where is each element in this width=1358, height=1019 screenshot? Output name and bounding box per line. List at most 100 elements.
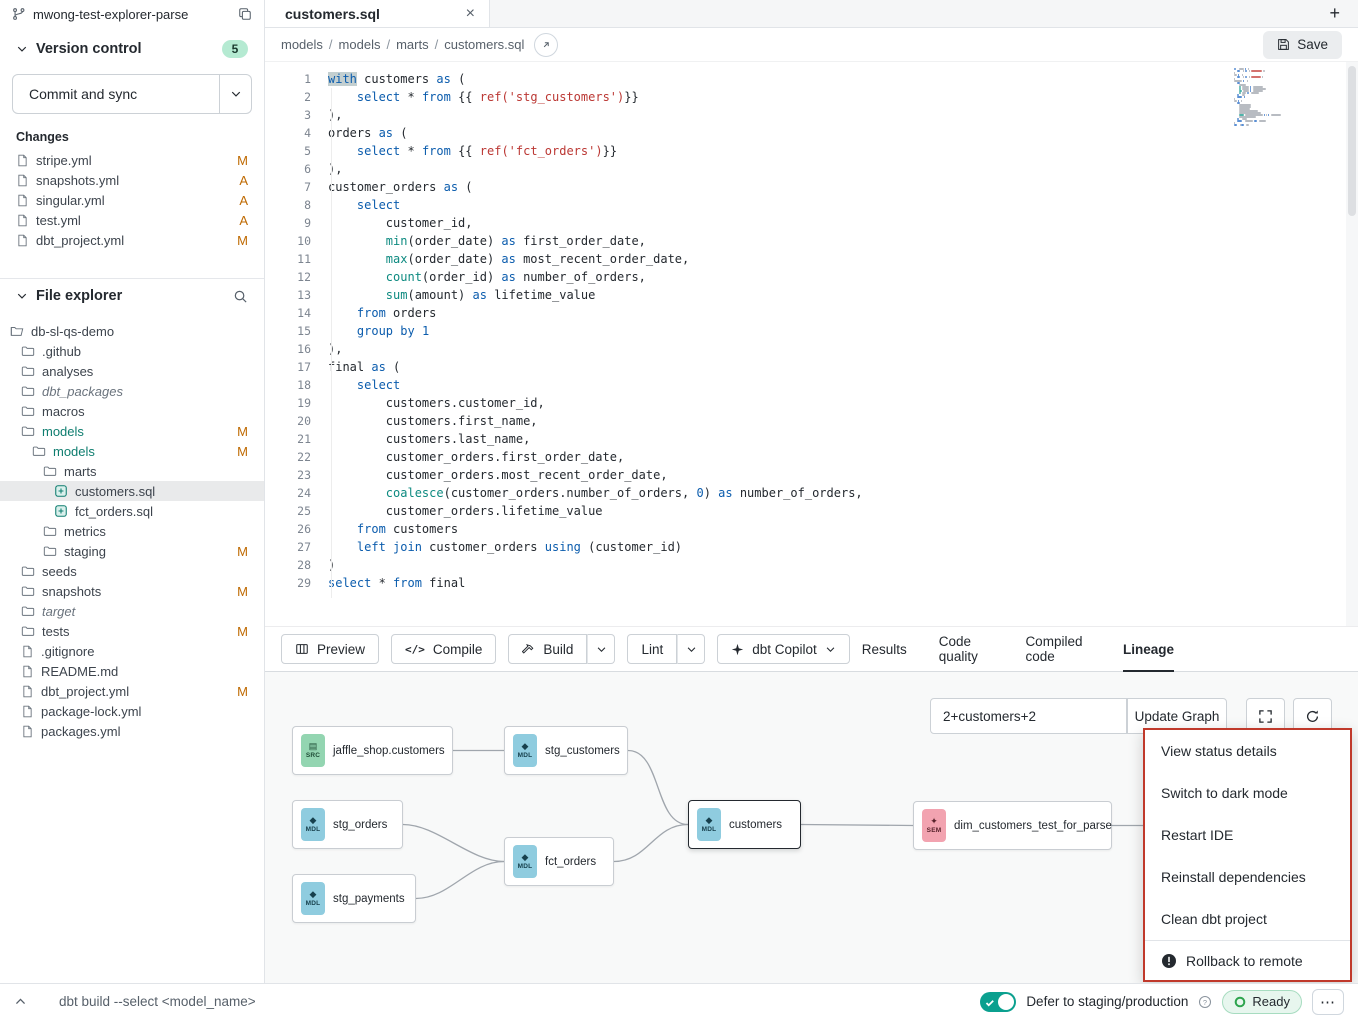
breadcrumb-item-models[interactable]: models — [339, 37, 381, 52]
check-icon — [985, 996, 995, 1011]
tree-item-customers-sql[interactable]: customers.sql — [0, 481, 264, 501]
tree-item-label: models — [53, 444, 230, 459]
line-number: 19 — [265, 394, 311, 412]
more-options-button[interactable]: ⋯ — [1312, 989, 1344, 1015]
menu-item-rollback-to-remote[interactable]: Rollback to remote — [1145, 940, 1350, 980]
tree-item-db-sl-qs-demo[interactable]: db-sl-qs-demo — [0, 321, 264, 341]
tree-item-label: snapshots — [42, 584, 230, 599]
menu-item-switch-to-dark-mode[interactable]: Switch to dark mode — [1145, 772, 1350, 814]
tab-code-quality[interactable]: Code quality — [939, 626, 994, 672]
tree-item-macros[interactable]: macros — [0, 401, 264, 421]
breadcrumb-item-marts[interactable]: marts — [396, 37, 429, 52]
tree-item-staging[interactable]: stagingM — [0, 541, 264, 561]
tree-item-models[interactable]: modelsM — [0, 421, 264, 441]
lineage-node-stg-payments[interactable]: ◆MDLstg_payments — [292, 874, 416, 923]
model-icon — [54, 484, 68, 498]
lint-button[interactable]: Lint — [627, 634, 677, 664]
build-button[interactable]: Build — [508, 634, 587, 664]
lineage-node-stg-customers[interactable]: ◆MDLstg_customers — [504, 726, 628, 775]
save-button[interactable]: Save — [1263, 31, 1342, 59]
commit-options-button[interactable] — [220, 74, 252, 114]
tree-item-models[interactable]: modelsM — [0, 441, 264, 461]
line-number: 3 — [265, 106, 311, 124]
tree-item-dbt-packages[interactable]: dbt_packages — [0, 381, 264, 401]
breadcrumb-item-customers-sql[interactable]: customers.sql — [444, 37, 524, 52]
status-badge[interactable]: Ready — [1222, 990, 1302, 1014]
code-line: 3), — [265, 106, 1358, 124]
menu-item-restart-ide[interactable]: Restart IDE — [1145, 814, 1350, 856]
breadcrumb-separator: / — [329, 37, 333, 52]
tree-item-analyses[interactable]: analyses — [0, 361, 264, 381]
preview-button[interactable]: Preview — [281, 634, 379, 664]
tree-item-marts[interactable]: marts — [0, 461, 264, 481]
lineage-node-stg-orders[interactable]: ◆MDLstg_orders — [292, 800, 403, 849]
change-file-name: test.yml — [36, 213, 232, 228]
code-line: 28) — [265, 556, 1358, 574]
command-hint[interactable]: dbt build --select <model_name> — [59, 994, 256, 1009]
lineage-search-input[interactable] — [930, 698, 1127, 734]
close-tab-icon[interactable]: × — [466, 6, 475, 22]
tree-item-readme-md[interactable]: README.md — [0, 661, 264, 681]
lineage-node-label: stg_customers — [545, 745, 620, 757]
lineage-node-jaffle-shop-customers[interactable]: ▤SRCjaffle_shop.customers — [292, 726, 453, 775]
lineage-panel: ▤SRCjaffle_shop.customers ◆MDLstg_custome… — [265, 672, 1358, 983]
line-number: 28 — [265, 556, 311, 574]
tree-item-dbt-project-yml[interactable]: dbt_project.ymlM — [0, 681, 264, 701]
chevron-down-icon — [596, 644, 607, 655]
folder-icon — [21, 604, 35, 618]
line-number: 10 — [265, 232, 311, 250]
tree-item-fct-orders-sql[interactable]: fct_orders.sql — [0, 501, 264, 521]
folder-icon — [43, 544, 57, 558]
change-row-stripe-yml[interactable]: stripe.ymlM — [0, 150, 264, 170]
tree-item-gitignore[interactable]: .gitignore — [0, 641, 264, 661]
commit-and-sync-button[interactable]: Commit and sync — [12, 74, 220, 114]
line-number: 1 — [265, 70, 311, 88]
minimap[interactable] — [1234, 68, 1294, 126]
tab-results[interactable]: Results — [862, 626, 907, 672]
tree-item-seeds[interactable]: seeds — [0, 561, 264, 581]
menu-item-clean-dbt-project[interactable]: Clean dbt project — [1145, 898, 1350, 940]
lint-options-button[interactable] — [677, 634, 705, 664]
change-row-singular-yml[interactable]: singular.ymlA — [0, 190, 264, 210]
dbt-copilot-button[interactable]: dbt Copilot — [717, 634, 850, 664]
menu-item-reinstall-dependencies[interactable]: Reinstall dependencies — [1145, 856, 1350, 898]
help-icon[interactable]: ? — [1198, 995, 1212, 1009]
code-editor[interactable]: 1with customers as (2 select * from {{ r… — [265, 62, 1358, 626]
tree-item-metrics[interactable]: metrics — [0, 521, 264, 541]
defer-toggle[interactable] — [980, 992, 1016, 1012]
tree-item-packages-yml[interactable]: packages.yml — [0, 721, 264, 741]
copy-branch-icon[interactable] — [238, 7, 252, 21]
change-row-dbt-project-yml[interactable]: dbt_project.ymlM — [0, 230, 264, 250]
tree-item-snapshots[interactable]: snapshotsM — [0, 581, 264, 601]
lineage-node-customers[interactable]: ◆MDLcustomers — [688, 800, 801, 849]
lineage-node-dim-customers-test-for-parse[interactable]: ✦SEMdim_customers_test_for_parse — [913, 801, 1112, 850]
change-row-snapshots-yml[interactable]: snapshots.ymlA — [0, 170, 264, 190]
lineage-node-fct-orders[interactable]: ◆MDLfct_orders — [504, 837, 614, 886]
chevron-down-icon — [825, 644, 836, 655]
expand-command-bar-button[interactable] — [14, 995, 27, 1008]
menu-item-view-status-details[interactable]: View status details — [1145, 730, 1350, 772]
compile-button[interactable]: </> Compile — [391, 634, 496, 664]
tree-item-package-lock-yml[interactable]: package-lock.yml — [0, 701, 264, 721]
search-icon[interactable] — [233, 289, 248, 304]
open-file-link-icon[interactable] — [534, 33, 558, 57]
tree-item-label: dbt_packages — [42, 384, 248, 399]
context-menu: View status detailsSwitch to dark modeRe… — [1143, 728, 1352, 982]
editor-scrollbar[interactable] — [1346, 62, 1358, 626]
tree-item-tests[interactable]: testsM — [0, 621, 264, 641]
file-icon — [21, 665, 34, 678]
build-label: Build — [543, 642, 573, 657]
change-row-test-yml[interactable]: test.ymlA — [0, 210, 264, 230]
breadcrumb-item-models[interactable]: models — [281, 37, 323, 52]
file-explorer-header[interactable]: File explorer — [0, 281, 264, 311]
version-control-header[interactable]: Version control 5 — [0, 34, 264, 64]
tree-item-github[interactable]: .github — [0, 341, 264, 361]
code-line: 12 count(order_id) as number_of_orders, — [265, 268, 1358, 286]
chevron-down-icon — [16, 290, 28, 302]
tab-compiled-code[interactable]: Compiled code — [1025, 626, 1091, 672]
tab-lineage[interactable]: Lineage — [1123, 626, 1174, 672]
build-options-button[interactable] — [587, 634, 615, 664]
new-tab-button[interactable]: + — [1329, 0, 1340, 27]
tree-item-target[interactable]: target — [0, 601, 264, 621]
tab-customers-sql[interactable]: customers.sql × — [265, 0, 490, 27]
